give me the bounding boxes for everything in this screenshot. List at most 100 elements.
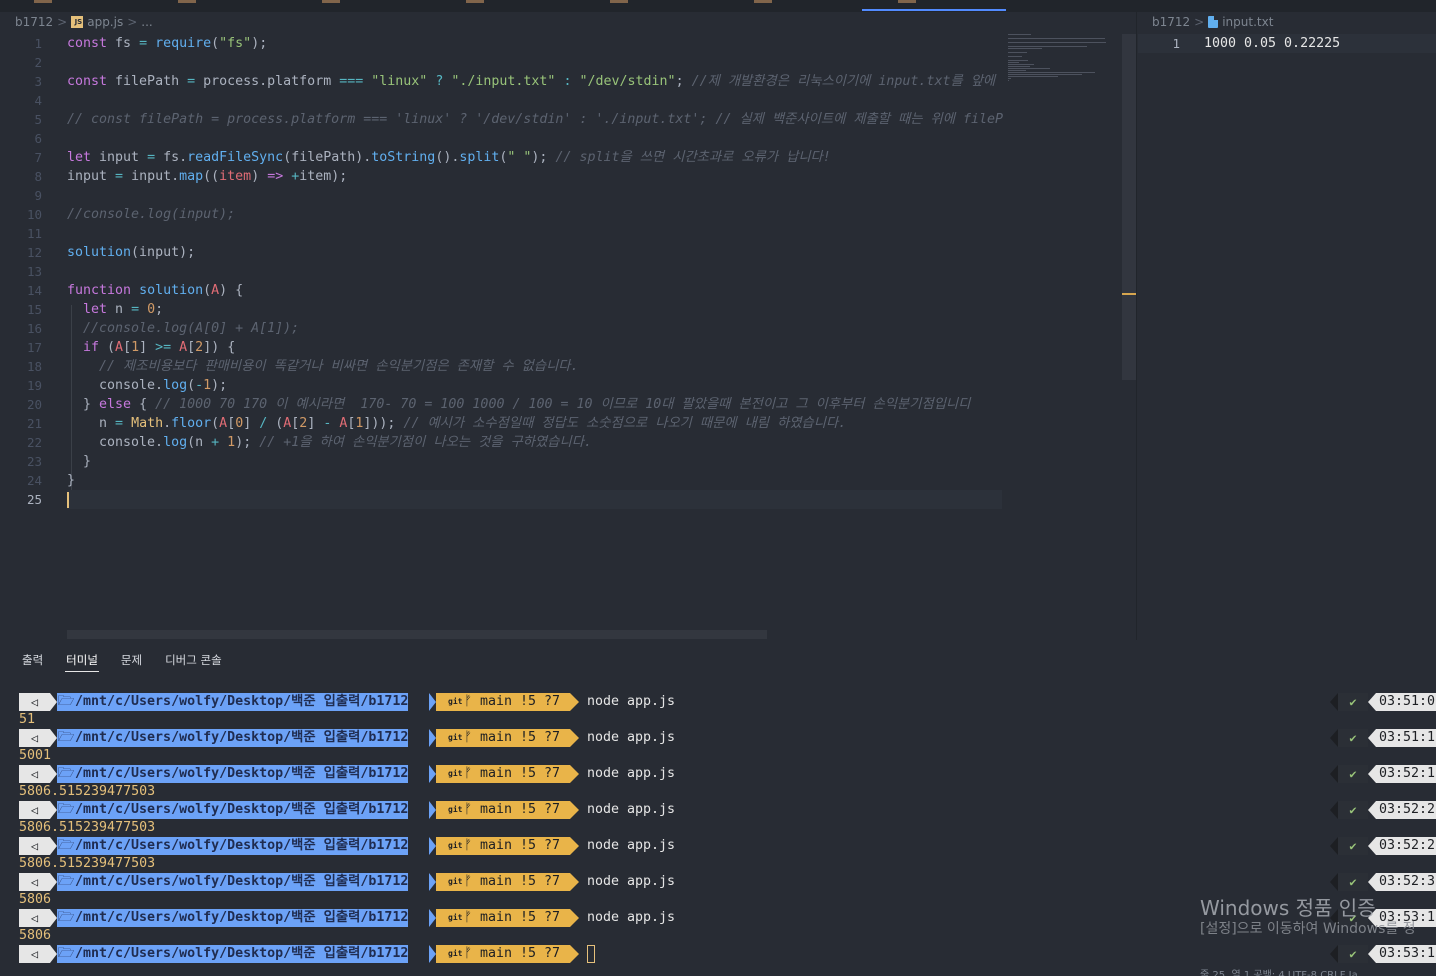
status-bar[interactable]: 줄 25, 열 1 공백: 4 UTF-8 CRLF Ja [1200, 966, 1358, 976]
branch-icon: ᚠ [464, 802, 472, 817]
path-text: /mnt/c/Users/wolfy/Desktop/백준 입출력/b1712 [75, 766, 409, 781]
code-text[interactable]: const fs = require("fs"); [67, 34, 267, 53]
minimap-line [1008, 68, 1051, 69]
editor-split-divider[interactable] [1136, 12, 1137, 640]
command-timestamp: 03:52:1 [1376, 765, 1436, 783]
breadcrumb-folder[interactable]: b1712 [1152, 15, 1190, 29]
git-icon: git [448, 805, 463, 814]
segment-arrow [570, 693, 579, 711]
line-number: 3 [34, 74, 42, 89]
terminal-command: node app.js [587, 766, 676, 781]
line-number: 13 [26, 264, 42, 279]
code-text[interactable]: } else { // 1000 70 170 이 예시라면 170- 70 =… [67, 395, 970, 414]
scrollbar-cursor-marker [1122, 293, 1136, 295]
code-text[interactable]: let input = fs.readFileSync(filePath).to… [67, 148, 831, 167]
tab-debug-console[interactable]: 디버그 콘솔 [164, 650, 223, 672]
minimap-line [1008, 38, 1106, 39]
code-text[interactable]: // const filePath = process.platform ===… [67, 110, 1003, 129]
code-text[interactable]: //console.log(A[0] + A[1]); [67, 319, 299, 338]
breadcrumb-file[interactable]: input.txt [1222, 15, 1273, 29]
line-number: 8 [34, 169, 42, 184]
segment-arrow [570, 837, 579, 855]
branch-text: main !5 ?7 [480, 694, 561, 709]
branch-text: main !5 ?7 [480, 946, 561, 961]
code-text[interactable]: input = input.map((item) => +item); [67, 167, 347, 186]
breadcrumb[interactable]: b1712 > JS app.js > ... [15, 15, 153, 29]
line-number: 25 [26, 492, 42, 507]
minimap-line [1008, 60, 1028, 61]
code-text[interactable]: n = Math.floor(A[0] / (A[2] - A[1])); //… [67, 414, 846, 433]
segment-arrow [50, 945, 57, 963]
line-number: 14 [26, 283, 42, 298]
horizontal-scrollbar[interactable] [67, 630, 767, 639]
code-text[interactable]: } [67, 471, 75, 490]
success-check-icon: ✔ [1338, 873, 1368, 891]
code-editor[interactable]: 1 const fs = require("fs"); 2 3 const filePa… [0, 34, 1136, 634]
code-text[interactable]: console.log(n + 1); // +1을 하여 손익분기점이 나오는… [67, 433, 592, 452]
minimap-line [1008, 42, 1107, 43]
segment-arrow [1330, 801, 1338, 819]
code-text[interactable]: let n = 0; [67, 300, 163, 319]
panel-tabs: 출력 터미널 문제 디버그 콘솔 [0, 650, 223, 672]
segment-arrow [1330, 945, 1338, 963]
path-text: /mnt/c/Users/wolfy/Desktop/백준 입출력/b1712 [75, 874, 409, 889]
minimap-line [1008, 70, 1026, 71]
segment-arrow [50, 837, 57, 855]
shell-icon: ◁ [19, 945, 50, 963]
tab-problems[interactable]: 문제 [120, 650, 143, 672]
minimap-line [1008, 74, 1082, 75]
git-icon: git [448, 949, 463, 958]
git-status: git ᚠ main !5 ?7 [436, 801, 570, 819]
minimap[interactable] [1008, 34, 1123, 86]
prompt-path: 🗁/mnt/c/Users/wolfy/Desktop/백준 입출력/b1712 [57, 765, 409, 783]
tab-output[interactable]: 출력 [21, 650, 44, 672]
segment-arrow [1368, 837, 1376, 855]
code-text[interactable]: //console.log(input); [67, 205, 235, 224]
input-file-content[interactable]: 1000 0.05 0.22225 [1204, 34, 1340, 53]
javascript-file-icon: JS [71, 16, 84, 28]
code-text[interactable]: const filePath = process.platform === "l… [67, 72, 995, 91]
breadcrumb-file[interactable]: app.js [87, 15, 123, 29]
tab-terminal[interactable]: 터미널 [65, 650, 99, 672]
minimap-line [1008, 76, 1058, 77]
git-status: git ᚠ main !5 ?7 [436, 693, 570, 711]
branch-icon: ᚠ [464, 874, 472, 889]
breadcrumb-right[interactable]: b1712 > input.txt [1152, 15, 1273, 29]
segment-arrow [50, 693, 57, 711]
folder-icon: 🗁 [57, 802, 75, 817]
vertical-scrollbar[interactable] [1122, 34, 1136, 380]
path-text: /mnt/c/Users/wolfy/Desktop/백준 입출력/b1712 [75, 838, 409, 853]
command-timestamp: 03:52:3 [1376, 873, 1436, 891]
segment-arrow [429, 909, 436, 927]
shell-icon: ◁ [19, 801, 50, 819]
segment-arrow [1368, 873, 1376, 891]
minimap-line [1008, 34, 1031, 35]
breadcrumb-folder[interactable]: b1712 [15, 15, 53, 29]
code-text[interactable]: } [67, 452, 91, 471]
breadcrumb-symbol[interactable]: ... [141, 15, 152, 29]
code-text[interactable]: // 제조비용보다 판매비용이 똑같거나 비싸면 손익분기점은 존재할 수 없습… [67, 357, 579, 376]
segment-arrow [1330, 765, 1338, 783]
branch-text: main !5 ?7 [480, 802, 561, 817]
folder-icon: 🗁 [57, 730, 75, 745]
shell-icon: ◁ [19, 693, 50, 711]
prompt-path: 🗁/mnt/c/Users/wolfy/Desktop/백준 입출력/b1712 [57, 837, 409, 855]
path-text: /mnt/c/Users/wolfy/Desktop/백준 입출력/b1712 [75, 910, 409, 925]
git-icon: git [448, 769, 463, 778]
code-text[interactable]: solution(input); [67, 243, 195, 262]
folder-icon: 🗁 [57, 910, 75, 925]
branch-icon: ᚠ [464, 694, 472, 709]
prompt-path: 🗁/mnt/c/Users/wolfy/Desktop/백준 입출력/b1712 [57, 693, 409, 711]
segment-arrow [570, 765, 579, 783]
minimap-line [1008, 48, 1043, 49]
segment-arrow [50, 765, 57, 783]
segment-arrow [429, 801, 436, 819]
git-status: git ᚠ main !5 ?7 [436, 765, 570, 783]
editor-tab-strip[interactable] [0, 0, 1436, 12]
code-text[interactable]: console.log(-1); [67, 376, 227, 395]
code-text[interactable]: function solution(A) { [67, 281, 243, 300]
activation-watermark-subtitle: [설정]으로 이동하여 Windows를 정 [1200, 921, 1416, 937]
code-text[interactable]: if (A[1] >= A[2]) { [67, 338, 235, 357]
breadcrumb-separator: > [1194, 15, 1205, 29]
git-icon: git [448, 733, 463, 742]
